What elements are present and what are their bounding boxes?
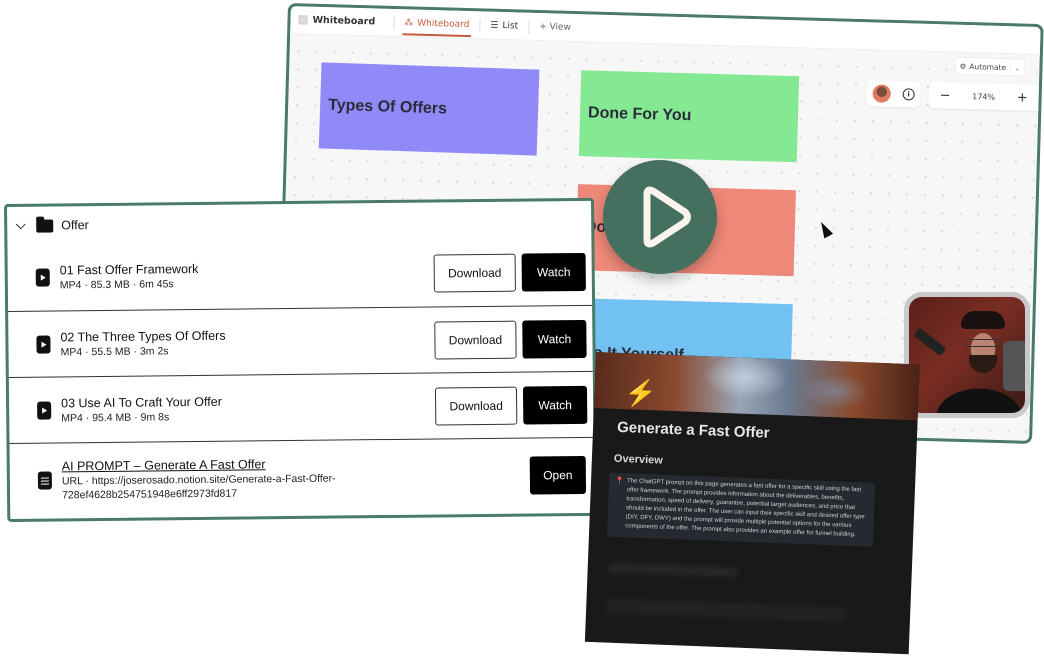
- divider: [393, 15, 395, 30]
- blurred-heading: [607, 562, 738, 578]
- lesson-row: 02 The Three Types Of Offers MP4 · 55.5 …: [8, 304, 593, 377]
- presenter-glasses: [965, 339, 1001, 347]
- mouse-cursor-icon: [816, 219, 834, 239]
- overview-heading: Overview: [613, 452, 664, 467]
- webcam-video: [904, 292, 1030, 418]
- zoom-level: 174%: [972, 91, 996, 102]
- page-icon: [298, 15, 308, 25]
- open-button[interactable]: Open: [529, 455, 587, 495]
- presenter-beard: [969, 355, 997, 373]
- automate-button[interactable]: ⚙ Automate ⌄: [954, 56, 1026, 77]
- blurred-content: [606, 598, 847, 622]
- chevron-down-icon[interactable]: ⌄: [1009, 62, 1021, 72]
- robot-icon: ⚙: [959, 61, 967, 71]
- pin-icon: 📍: [614, 477, 624, 486]
- document-icon: [37, 471, 52, 490]
- chair: [1003, 341, 1025, 391]
- folder-header[interactable]: Offer: [15, 218, 89, 233]
- course-module-panel: Offer 01 Fast Offer Framework MP4 · 85.3…: [4, 197, 598, 522]
- chevron-down-icon[interactable]: [15, 219, 26, 230]
- whiteboard-topbar: Whiteboard ⁂ Whiteboard ☰ List + View: [290, 6, 1041, 56]
- collaborators-box: i: [866, 80, 922, 108]
- list-icon: ☰: [490, 20, 499, 31]
- play-button[interactable]: [603, 160, 717, 274]
- callout-text: The ChatGPT prompt on this page generate…: [625, 478, 865, 539]
- automate-label: Automate: [969, 61, 1007, 72]
- folder-label: Offer: [61, 218, 89, 233]
- watch-button[interactable]: Watch: [522, 385, 588, 425]
- zoom-controls: − 174% +: [928, 81, 1040, 111]
- zoom-out-button[interactable]: −: [939, 88, 950, 103]
- lightning-icon: ⚡: [623, 377, 658, 409]
- whiteboard-icon: ⁂: [404, 17, 414, 29]
- overview-callout: 📍 The ChatGPT prompt on this page genera…: [606, 472, 876, 547]
- tab-whiteboard[interactable]: ⁂ Whiteboard: [400, 9, 474, 39]
- download-button[interactable]: Download: [434, 386, 518, 425]
- sticky-text: Types Of Offers: [327, 96, 448, 118]
- notion-page-preview: ⚡ Generate a Fast Offer Overview 📍 The C…: [584, 352, 920, 655]
- whiteboard-title: Whiteboard: [312, 14, 376, 28]
- watch-button[interactable]: Watch: [521, 252, 586, 292]
- sticky-text: Done For You: [587, 104, 692, 125]
- notion-title: Generate a Fast Offer: [616, 418, 770, 442]
- prompt-row: AI PROMPT – Generate A Fast Offer URL · …: [9, 436, 595, 517]
- microphone: [913, 327, 947, 357]
- info-icon[interactable]: i: [902, 88, 915, 101]
- video-file-icon: [35, 268, 50, 287]
- presenter-hair: [961, 311, 1005, 329]
- sticky-done-for-you[interactable]: Done For You: [578, 70, 800, 163]
- download-button[interactable]: Download: [433, 253, 516, 293]
- tab-list[interactable]: ☰ List: [486, 11, 523, 40]
- video-file-icon: [36, 335, 51, 354]
- divider: [479, 17, 481, 32]
- video-file-icon: [37, 401, 52, 420]
- sticky-types-of-offers[interactable]: Types Of Offers: [318, 62, 540, 156]
- folder-icon: [36, 218, 54, 233]
- watch-button[interactable]: Watch: [522, 319, 587, 359]
- lesson-row: 01 Fast Offer Framework MP4 · 85.3 MB · …: [7, 239, 592, 311]
- zoom-in-button[interactable]: +: [1017, 90, 1028, 105]
- download-button[interactable]: Download: [434, 320, 517, 359]
- divider: [527, 19, 530, 34]
- tab-label: List: [502, 20, 519, 31]
- avatar[interactable]: [872, 84, 891, 103]
- lesson-meta: MP4 · 85.3 MB · 6m 45s: [59, 278, 174, 292]
- play-icon: [643, 186, 691, 248]
- add-view-button[interactable]: + View: [539, 22, 571, 33]
- lesson-row: 03 Use AI To Craft Your Offer MP4 · 95.4…: [8, 370, 594, 443]
- tab-label: Whiteboard: [417, 18, 470, 30]
